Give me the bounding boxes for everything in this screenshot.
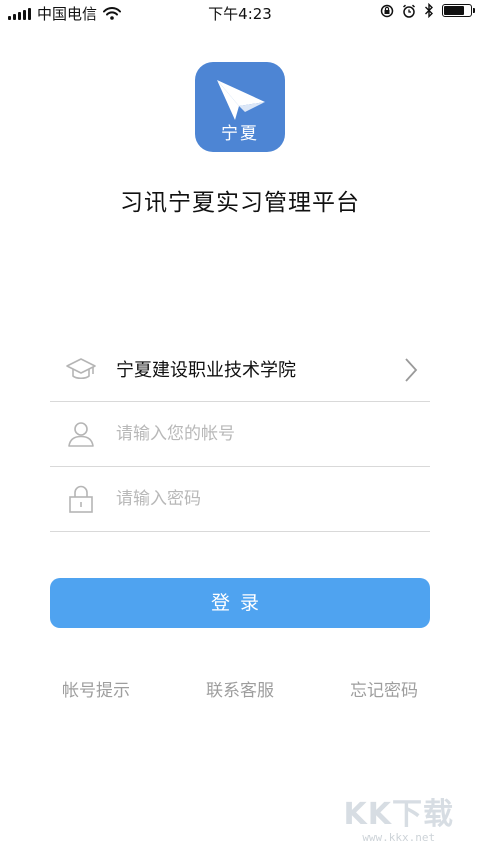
watermark-logo: KK下载 — [343, 797, 454, 832]
watermark: KK下载 www.kkx.net — [344, 789, 455, 844]
account-hint-link[interactable]: 帐号提示 — [50, 674, 142, 703]
paper-plane-icon — [217, 80, 265, 120]
school-value: 宁夏建设职业技术学院 — [116, 360, 296, 381]
contact-support-link[interactable]: 联系客服 — [194, 674, 286, 703]
password-row — [50, 467, 430, 532]
forgot-password-link[interactable]: 忘记密码 — [338, 674, 430, 703]
status-bar: 中国电信 下午4:23 — [0, 0, 480, 26]
user-icon — [64, 419, 98, 449]
lock-icon — [64, 484, 98, 514]
footer-links: 帐号提示 联系客服 忘记密码 — [50, 674, 430, 703]
battery-level — [444, 6, 465, 15]
login-form: 宁夏建设职业技术学院 — [50, 337, 430, 532]
app-title: 习讯宁夏实习管理平台 — [120, 190, 360, 216]
app-logo-text: 宁夏 — [221, 124, 259, 144]
school-selector[interactable]: 宁夏建设职业技术学院 — [50, 337, 430, 402]
password-input[interactable] — [116, 489, 430, 509]
orientation-lock-icon — [380, 4, 394, 17]
bluetooth-icon — [425, 3, 433, 18]
app-logo: 宁夏 — [195, 62, 285, 152]
status-right — [380, 3, 475, 18]
chevron-right-icon[interactable] — [404, 357, 418, 383]
battery-icon — [442, 4, 475, 17]
account-row — [50, 402, 430, 467]
graduation-cap-icon — [64, 354, 98, 384]
login-button[interactable]: 登录 — [50, 578, 430, 628]
account-input[interactable] — [116, 424, 430, 444]
alarm-icon — [402, 4, 416, 18]
